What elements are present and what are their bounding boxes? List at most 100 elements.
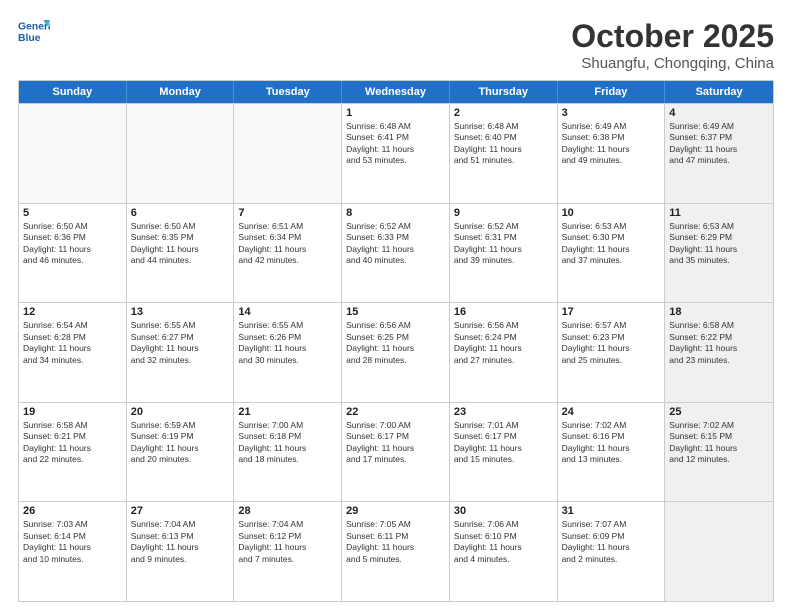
svg-text:General: General (18, 22, 50, 33)
svg-text:Blue: Blue (18, 33, 41, 44)
cell-info: Sunrise: 6:50 AM Sunset: 6:36 PM Dayligh… (23, 221, 122, 267)
location-title: Shuangfu, Chongqing, China (571, 55, 774, 72)
day-number: 13 (131, 306, 230, 318)
calendar-cell: 28Sunrise: 7:04 AM Sunset: 6:12 PM Dayli… (234, 502, 342, 601)
cell-info: Sunrise: 7:07 AM Sunset: 6:09 PM Dayligh… (562, 519, 661, 565)
day-number: 30 (454, 505, 553, 517)
cell-info: Sunrise: 6:58 AM Sunset: 6:21 PM Dayligh… (23, 420, 122, 466)
calendar-cell: 7Sunrise: 6:51 AM Sunset: 6:34 PM Daylig… (234, 204, 342, 303)
day-number: 22 (346, 406, 445, 418)
weekday-header: Tuesday (234, 81, 342, 103)
cell-info: Sunrise: 6:58 AM Sunset: 6:22 PM Dayligh… (669, 320, 769, 366)
calendar-cell: 20 Sunrise: 6:59 AM Sunset: 6:19 PM Dayli… (127, 403, 235, 502)
day-number: 29 (346, 505, 445, 517)
cell-info: Sunrise: 7:02 AM Sunset: 6:15 PM Dayligh… (669, 420, 769, 466)
calendar-cell: 4Sunrise: 6:49 AM Sunset: 6:37 PM Daylig… (665, 104, 773, 203)
calendar-cell (127, 104, 235, 203)
day-number: 25 (669, 406, 769, 418)
weekday-header: Wednesday (342, 81, 450, 103)
calendar-cell: 21Sunrise: 7:00 AM Sunset: 6:18 PM Dayli… (234, 403, 342, 502)
cell-info: Sunrise: 6:56 AM Sunset: 6:24 PM Dayligh… (454, 320, 553, 366)
day-number: 9 (454, 207, 553, 219)
calendar-cell: 29 Sunrise: 7:05 AM Sunset: 6:11 PM Dayli… (342, 502, 450, 601)
calendar-row: 5Sunrise: 6:50 AM Sunset: 6:36 PM Daylig… (19, 203, 773, 303)
cell-info: Sunrise: 7:04 AM Sunset: 6:12 PM Dayligh… (238, 519, 337, 565)
page: General Blue October 2025 Shuangfu, Chon… (0, 0, 792, 612)
logo: General Blue (18, 18, 50, 46)
day-number: 21 (238, 406, 337, 418)
day-number: 7 (238, 207, 337, 219)
day-number: 26 (23, 505, 122, 517)
calendar-cell: 19 Sunrise: 6:58 AM Sunset: 6:21 PM Dayli… (19, 403, 127, 502)
cell-info: Sunrise: 6:56 AM Sunset: 6:25 PM Dayligh… (346, 320, 445, 366)
cell-info: Sunrise: 7:02 AM Sunset: 6:16 PM Dayligh… (562, 420, 661, 466)
calendar-cell: 31Sunrise: 7:07 AM Sunset: 6:09 PM Dayli… (558, 502, 666, 601)
weekday-header: Saturday (665, 81, 773, 103)
cell-info: Sunrise: 7:01 AM Sunset: 6:17 PM Dayligh… (454, 420, 553, 466)
calendar-cell: 15Sunrise: 6:56 AM Sunset: 6:25 PM Dayli… (342, 303, 450, 402)
title-block: October 2025 Shuangfu, Chongqing, China (571, 18, 774, 72)
calendar-row: 26 Sunrise: 7:03 AM Sunset: 6:14 PM Dayli… (19, 501, 773, 601)
cell-info: Sunrise: 6:52 AM Sunset: 6:33 PM Dayligh… (346, 221, 445, 267)
day-number: 16 (454, 306, 553, 318)
cell-info: Sunrise: 6:50 AM Sunset: 6:35 PM Dayligh… (131, 221, 230, 267)
calendar-cell: 13 Sunrise: 6:55 AM Sunset: 6:27 PM Dayli… (127, 303, 235, 402)
day-number: 27 (131, 505, 230, 517)
calendar-cell: 3 Sunrise: 6:49 AM Sunset: 6:38 PM Daylig… (558, 104, 666, 203)
cell-info: Sunrise: 6:48 AM Sunset: 6:40 PM Dayligh… (454, 121, 553, 167)
calendar-row: 1 Sunrise: 6:48 AM Sunset: 6:41 PM Daylig… (19, 103, 773, 203)
calendar-cell: 8 Sunrise: 6:52 AM Sunset: 6:33 PM Daylig… (342, 204, 450, 303)
weekday-header: Thursday (450, 81, 558, 103)
cell-info: Sunrise: 6:49 AM Sunset: 6:37 PM Dayligh… (669, 121, 769, 167)
day-number: 20 (131, 406, 230, 418)
cell-info: Sunrise: 6:59 AM Sunset: 6:19 PM Dayligh… (131, 420, 230, 466)
calendar-cell: 23Sunrise: 7:01 AM Sunset: 6:17 PM Dayli… (450, 403, 558, 502)
month-title: October 2025 (571, 18, 774, 55)
cell-info: Sunrise: 6:53 AM Sunset: 6:29 PM Dayligh… (669, 221, 769, 267)
day-number: 24 (562, 406, 661, 418)
cell-info: Sunrise: 6:55 AM Sunset: 6:27 PM Dayligh… (131, 320, 230, 366)
cell-info: Sunrise: 6:48 AM Sunset: 6:41 PM Dayligh… (346, 121, 445, 167)
calendar-cell: 25 Sunrise: 7:02 AM Sunset: 6:15 PM Dayli… (665, 403, 773, 502)
weekday-header: Friday (558, 81, 666, 103)
day-number: 1 (346, 107, 445, 119)
day-number: 6 (131, 207, 230, 219)
cell-info: Sunrise: 6:54 AM Sunset: 6:28 PM Dayligh… (23, 320, 122, 366)
cell-info: Sunrise: 7:04 AM Sunset: 6:13 PM Dayligh… (131, 519, 230, 565)
calendar-cell: 11 Sunrise: 6:53 AM Sunset: 6:29 PM Dayli… (665, 204, 773, 303)
cell-info: Sunrise: 7:00 AM Sunset: 6:17 PM Dayligh… (346, 420, 445, 466)
calendar-cell: 17 Sunrise: 6:57 AM Sunset: 6:23 PM Dayli… (558, 303, 666, 402)
day-number: 19 (23, 406, 122, 418)
day-number: 11 (669, 207, 769, 219)
day-number: 12 (23, 306, 122, 318)
calendar: SundayMondayTuesdayWednesdayThursdayFrid… (18, 80, 774, 602)
calendar-cell: 16 Sunrise: 6:56 AM Sunset: 6:24 PM Dayli… (450, 303, 558, 402)
cell-info: Sunrise: 6:57 AM Sunset: 6:23 PM Dayligh… (562, 320, 661, 366)
calendar-cell: 12 Sunrise: 6:54 AM Sunset: 6:28 PM Dayli… (19, 303, 127, 402)
cell-info: Sunrise: 6:49 AM Sunset: 6:38 PM Dayligh… (562, 121, 661, 167)
calendar-cell (19, 104, 127, 203)
day-number: 17 (562, 306, 661, 318)
cell-info: Sunrise: 7:05 AM Sunset: 6:11 PM Dayligh… (346, 519, 445, 565)
weekday-header: Sunday (19, 81, 127, 103)
logo-icon: General Blue (18, 18, 50, 46)
calendar-row: 19 Sunrise: 6:58 AM Sunset: 6:21 PM Dayli… (19, 402, 773, 502)
calendar-cell: 1 Sunrise: 6:48 AM Sunset: 6:41 PM Daylig… (342, 104, 450, 203)
day-number: 3 (562, 107, 661, 119)
day-number: 2 (454, 107, 553, 119)
calendar-cell (234, 104, 342, 203)
day-number: 10 (562, 207, 661, 219)
calendar-cell: 30 Sunrise: 7:06 AM Sunset: 6:10 PM Dayli… (450, 502, 558, 601)
calendar-body: 1 Sunrise: 6:48 AM Sunset: 6:41 PM Daylig… (19, 103, 773, 601)
calendar-cell: 24 Sunrise: 7:02 AM Sunset: 6:16 PM Dayli… (558, 403, 666, 502)
calendar-cell: 27 Sunrise: 7:04 AM Sunset: 6:13 PM Dayli… (127, 502, 235, 601)
day-number: 8 (346, 207, 445, 219)
cell-info: Sunrise: 7:06 AM Sunset: 6:10 PM Dayligh… (454, 519, 553, 565)
calendar-cell: 18 Sunrise: 6:58 AM Sunset: 6:22 PM Dayli… (665, 303, 773, 402)
cell-info: Sunrise: 6:53 AM Sunset: 6:30 PM Dayligh… (562, 221, 661, 267)
calendar-cell: 6 Sunrise: 6:50 AM Sunset: 6:35 PM Daylig… (127, 204, 235, 303)
cell-info: Sunrise: 7:03 AM Sunset: 6:14 PM Dayligh… (23, 519, 122, 565)
day-number: 18 (669, 306, 769, 318)
calendar-cell: 22 Sunrise: 7:00 AM Sunset: 6:17 PM Dayli… (342, 403, 450, 502)
calendar-cell: 9Sunrise: 6:52 AM Sunset: 6:31 PM Daylig… (450, 204, 558, 303)
